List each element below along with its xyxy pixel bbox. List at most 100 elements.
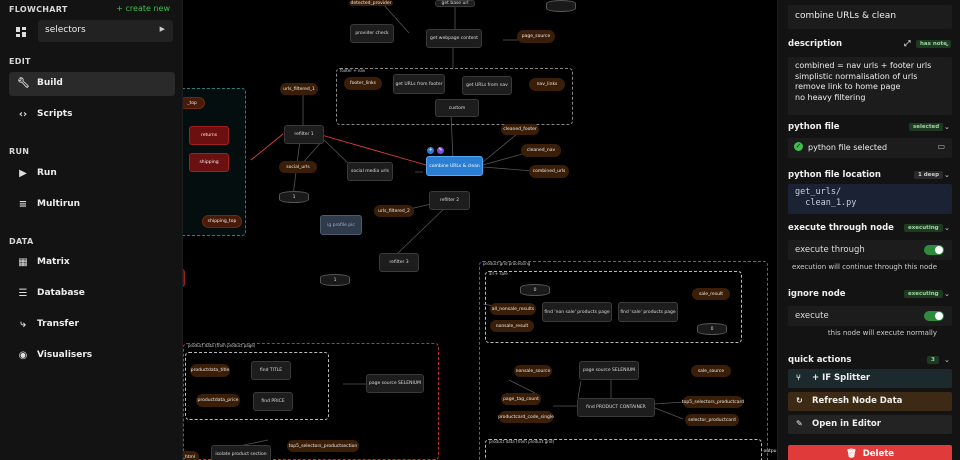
create-new-link[interactable]: + create new [116,4,170,13]
flow-node[interactable]: productcard_code_single [498,411,554,423]
flow-node[interactable]: urls_filtered_1 [280,83,318,95]
flow-node[interactable]: returns [189,126,229,145]
flow-node[interactable]: find PRODUCT CONTAINER [577,398,655,417]
flow-node[interactable]: custom [435,99,479,117]
flow-node[interactable]: productdata_title [190,364,230,377]
if-splitter-button[interactable]: ⑂ + IF Splitter [788,369,952,388]
ignore-node-note: this node will execute normally [827,329,937,337]
description-header[interactable]: description ⤢ has note ⌄ [788,39,952,49]
ignore-node-header[interactable]: ignore node executing ⌄ [788,289,952,299]
flow-node[interactable]: urls_filtered_2 [374,205,414,217]
flow-node[interactable]: refilter 1 [284,125,324,144]
flow-node[interactable]: cleaned_footer [501,124,539,135]
flow-node[interactable]: page_source [517,30,555,43]
nav-item-run[interactable]: ▶ Run [9,162,175,186]
group-label: footer + nav [340,68,366,73]
flow-node[interactable]: get URLs from footer [393,74,445,94]
expand-icon[interactable]: ⤢ [904,39,910,49]
folder-icon[interactable]: ▭ [937,142,945,151]
link-icon[interactable]: ✎ [437,147,444,154]
flow-node[interactable]: get URLs from nav [462,76,512,95]
flow-node[interactable]: social_urls [279,161,317,173]
flow-node[interactable]: footer_links [344,77,382,90]
python-file-header[interactable]: python file selected ⌄ [788,122,952,132]
nav-item-scripts[interactable]: ‹› Scripts [9,103,175,127]
flow-node[interactable]: _top [183,97,205,109]
nav-item-label: Build [37,78,63,88]
flow-node[interactable]: nonsale_result [490,320,534,332]
flow-node[interactable]: shipping_top [202,215,242,228]
flow-node[interactable]: provider check [350,24,394,43]
flow-node[interactable]: find 'sale' products page [618,302,678,322]
python-file-location-header[interactable]: python file location 1 deep ⌄ [788,170,952,180]
delete-button[interactable]: 🗑︎ Delete [788,445,952,460]
execute-through-note: execution will continue through this nod… [792,263,937,271]
flow-node[interactable]: sale_source [691,365,731,377]
flowchart-canvas[interactable]: detected_provider get base url provider … [183,0,777,460]
nav-item-visualisers[interactable]: ◉ Visualisers [9,344,175,368]
flow-node[interactable]: page_tag_count [501,393,541,405]
flow-node[interactable]: find 'non sale' products page [542,302,612,322]
flow-node[interactable]: shipping [189,153,229,172]
flow-node[interactable]: page source SELENIUM [579,361,639,380]
flow-node[interactable]: sale_result [692,288,730,300]
flow-node-selected[interactable]: combine URLs & clean [426,156,483,176]
nav-item-transfer[interactable]: ⤷ Transfer [9,313,175,337]
flow-node[interactable]: nonsale_source [514,365,552,377]
execute-through-header[interactable]: execute through node executing ⌄ [788,223,952,233]
flow-node[interactable]: page source SELENIUM [366,374,424,393]
description-textarea[interactable]: combined = nav urls + footer urls simpli… [788,57,952,115]
flow-node[interactable]: all_nonsale_results [490,303,536,315]
flow-node[interactable]: ig profile pic [320,215,362,235]
flow-node[interactable]: get webpage content [426,29,482,48]
database-node[interactable]: 0 [697,323,727,335]
flow-node-partial[interactable]: w_html [183,451,199,460]
database-node[interactable]: 1 [320,274,350,286]
chevron-down-icon[interactable]: ⌄ [944,123,950,131]
data-section-label: DATA [9,237,34,246]
flow-node[interactable]: detected_provider [349,0,393,6]
add-node-handle[interactable]: + [427,147,434,154]
flow-node-partial[interactable]: outpu [763,446,777,456]
database-node[interactable] [546,0,576,12]
execute-through-toggle[interactable] [924,245,944,255]
chevron-down-icon[interactable]: ⌄ [944,356,950,364]
node-title-input[interactable]: combine URLs & clean [788,5,952,29]
flow-node[interactable]: get base url [435,0,475,7]
flowchart-selected-value: selectors [45,25,86,35]
flow-node[interactable]: isolate product section [211,445,271,460]
flow-node-partial[interactable] [183,269,185,287]
open-in-editor-button[interactable]: ✎ Open in Editor [788,415,952,434]
flow-node[interactable]: social media urls [347,162,393,181]
group-product-data-grid[interactable]: product data (from product grid) [485,439,762,460]
nav-item-build[interactable]: 🔧︎ Build [9,72,175,96]
refresh-node-data-button[interactable]: ↻ Refresh Node Data [788,392,952,411]
database-node[interactable]: 1 [279,191,309,203]
left-sidebar: FLOWCHART + create new selectors ▶ EDIT … [0,0,183,460]
flow-node[interactable]: top5_selectors_productsection [287,440,359,452]
chevron-down-icon[interactable]: ⌄ [944,290,950,298]
ignore-node-row[interactable]: execute [788,306,952,326]
database-node[interactable]: 0 [520,284,550,296]
python-file-selector[interactable]: ✓ python file selected ▭ [788,138,952,158]
flow-node[interactable]: cleaned_nav [521,144,561,157]
chevron-down-icon[interactable]: ⌄ [944,224,950,232]
flowchart-selector[interactable]: selectors ▶ [38,20,173,42]
execute-through-row[interactable]: execute through [788,240,952,260]
nav-item-multirun[interactable]: ≡ Multirun [9,193,175,217]
nav-item-matrix[interactable]: ▦ Matrix [9,251,175,275]
ignore-node-toggle[interactable] [924,311,944,321]
flow-node[interactable]: top5_selectors_productcard [682,396,744,408]
flow-node[interactable]: find TITLE [251,361,291,380]
quick-actions-header[interactable]: quick actions 3 ⌄ [788,355,952,365]
flow-node[interactable]: refilter 2 [429,191,470,210]
flow-node[interactable]: productdata_price [196,394,240,407]
chevron-down-icon[interactable]: ⌄ [944,40,950,48]
flow-node[interactable]: nav_links [529,78,565,91]
flow-node[interactable]: selector_productcard [685,414,739,426]
flow-node[interactable]: refilter 3 [379,253,419,272]
nav-item-database[interactable]: ☰ Database [9,282,175,306]
flow-node[interactable]: find PRICE [253,392,293,411]
chevron-down-icon[interactable]: ⌄ [944,171,950,179]
flow-node[interactable]: combined_urls [529,165,569,178]
